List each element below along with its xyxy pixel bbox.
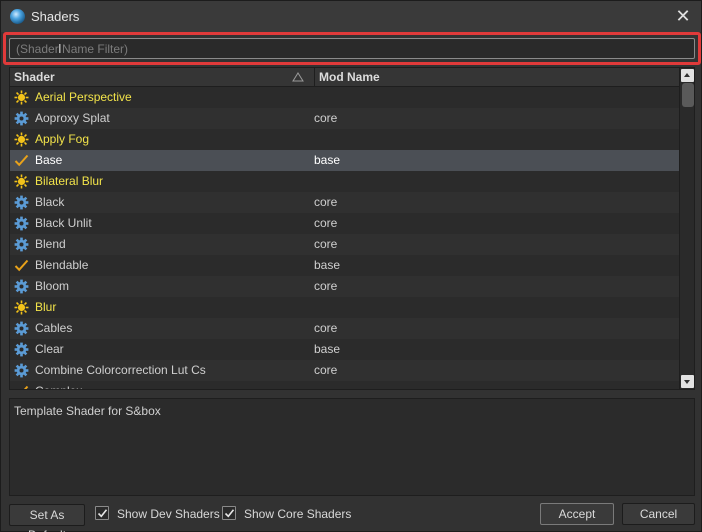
mod-name-cell: core — [314, 111, 338, 125]
sun-icon — [14, 132, 29, 147]
gear-icon — [14, 111, 29, 126]
checkmark-icon — [14, 153, 29, 168]
table-row[interactable]: Clear base — [10, 339, 679, 360]
shader-name-filter-input[interactable] — [9, 38, 695, 59]
table-row[interactable]: Cables core — [10, 318, 679, 339]
shaders-dialog: Shaders ✕ I Shader Mod Name Aerial Persp… — [0, 0, 702, 532]
scroll-up-button[interactable] — [681, 69, 694, 82]
shader-name-cell: Base — [35, 153, 63, 167]
window-title: Shaders — [31, 9, 80, 24]
table-row[interactable]: Aerial Perspective — [10, 87, 679, 108]
checkmark-icon — [14, 258, 29, 273]
shader-name-cell: Cables — [35, 321, 73, 335]
set-as-default-button[interactable]: Set As Default — [9, 504, 85, 532]
text-cursor-icon: I — [58, 41, 62, 56]
table-row[interactable]: Complex — [10, 381, 679, 389]
show-dev-shaders-checkbox[interactable] — [95, 506, 109, 520]
shader-name-cell: Complex — [35, 381, 82, 389]
gear-icon — [14, 321, 29, 336]
shader-name-cell: Aoproxy Splat — [35, 111, 110, 125]
sun-icon — [14, 174, 29, 189]
table-row[interactable]: Combine Colorcorrection Lut Cs core — [10, 360, 679, 381]
mod-name-cell: core — [314, 363, 338, 377]
app-globe-icon — [10, 9, 25, 24]
checkmark-icon — [224, 509, 235, 518]
shader-name-cell: Bloom — [35, 279, 70, 293]
shader-name-cell: Apply Fog — [35, 132, 90, 146]
table-row[interactable]: Black core — [10, 192, 679, 213]
shader-name-cell: Black — [35, 195, 65, 209]
shader-name-cell: Aerial Perspective — [35, 90, 132, 104]
gear-icon — [14, 237, 29, 252]
shader-name-cell: Blend — [35, 237, 66, 251]
column-header-mod-name[interactable]: Mod Name — [314, 68, 679, 87]
gear-icon — [14, 195, 29, 210]
shader-name-cell: Bilateral Blur — [35, 174, 104, 188]
show-dev-shaders-label: Show Dev Shaders — [117, 507, 220, 521]
mod-name-cell: base — [314, 342, 341, 356]
scroll-thumb[interactable] — [682, 83, 694, 107]
sort-ascending-icon — [292, 72, 304, 82]
gear-icon — [14, 216, 29, 231]
shader-table: Shader Mod Name Aerial Perspective Aoprox… — [9, 67, 695, 390]
table-row[interactable]: Apply Fog — [10, 129, 679, 150]
mod-name-cell: core — [314, 216, 338, 230]
sun-icon — [14, 90, 29, 105]
gear-icon — [14, 279, 29, 294]
vertical-scrollbar[interactable] — [679, 68, 694, 389]
table-row[interactable]: Blendable base — [10, 255, 679, 276]
table-row[interactable]: Black Unlit core — [10, 213, 679, 234]
show-core-shaders-label: Show Core Shaders — [244, 507, 352, 521]
show-core-shaders-checkbox[interactable] — [222, 506, 236, 520]
mod-name-cell: core — [314, 195, 338, 209]
table-row[interactable]: Blur — [10, 297, 679, 318]
shader-rows: Aerial Perspective Aoproxy Splat core Apply… — [10, 87, 679, 389]
table-row[interactable]: Blend core — [10, 234, 679, 255]
table-row[interactable]: Base base — [10, 150, 679, 171]
shader-name-cell: Blendable — [35, 258, 89, 272]
table-row[interactable]: Bilateral Blur — [10, 171, 679, 192]
cancel-button[interactable]: Cancel — [622, 503, 695, 525]
table-row[interactable]: Aoproxy Splat core — [10, 108, 679, 129]
title-bar: Shaders ✕ — [1, 1, 701, 32]
table-row[interactable]: Bloom core — [10, 276, 679, 297]
accept-button[interactable]: Accept — [540, 503, 614, 525]
checkmark-icon — [14, 384, 29, 389]
table-header: Shader Mod Name — [10, 68, 679, 87]
gear-icon — [14, 363, 29, 378]
column-header-shader[interactable]: Shader — [14, 68, 310, 87]
shader-name-cell: Clear — [35, 342, 64, 356]
shader-name-cell: Blur — [35, 300, 57, 314]
checkmark-icon — [97, 509, 108, 518]
shader-description: Template Shader for S&box — [9, 398, 695, 496]
mod-name-cell: base — [314, 153, 341, 167]
gear-icon — [14, 342, 29, 357]
mod-name-cell: core — [314, 237, 338, 251]
mod-name-cell: base — [314, 258, 341, 272]
mod-name-cell: core — [314, 279, 338, 293]
shader-name-cell: Combine Colorcorrection Lut Cs — [35, 363, 206, 377]
sun-icon — [14, 300, 29, 315]
mod-name-cell: core — [314, 321, 338, 335]
close-button[interactable]: ✕ — [673, 6, 693, 26]
scroll-down-button[interactable] — [681, 375, 694, 388]
shader-name-cell: Black Unlit — [35, 216, 92, 230]
